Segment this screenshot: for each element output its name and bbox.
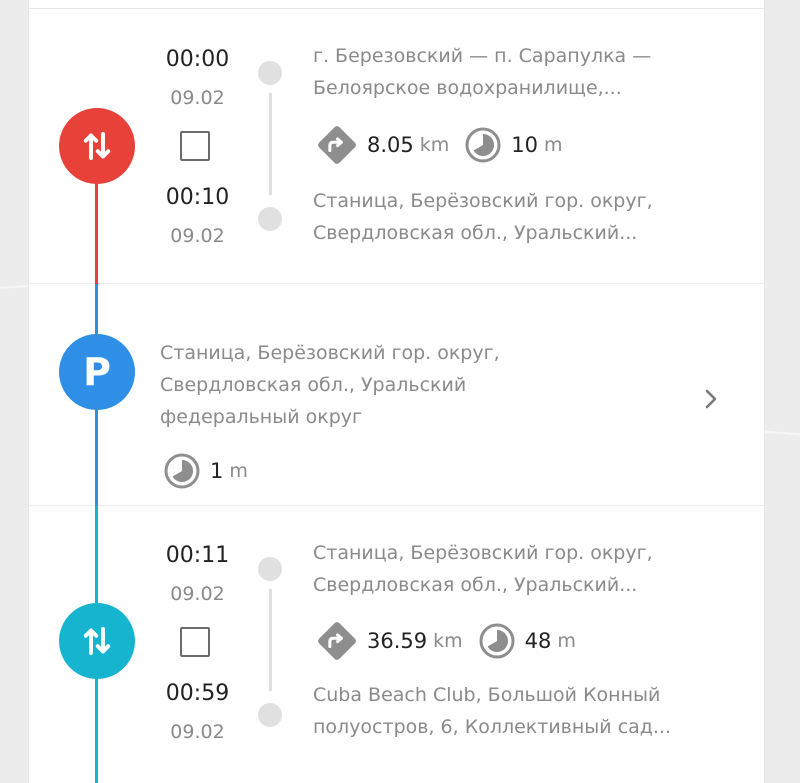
route-connector [269,93,272,195]
end-address-line: Станица, Берёзовский гор. округ, [313,190,653,212]
end-address: Станица, Берёзовский гор. округ, Свердло… [313,185,738,249]
expand-button[interactable] [697,384,725,414]
turn-right-diamond-icon [315,123,359,167]
end-time: 00:59 [165,681,230,706]
start-address-line: Белоярское водохранилище,... [313,77,622,99]
duration-unit: m [544,134,563,156]
duration-unit: m [229,460,248,482]
panel-top-edge [29,0,764,9]
end-point-dot [258,703,282,727]
start-time: 00:00 [165,47,230,72]
swap-vertical-arrows-icon [79,623,115,659]
trip-metrics: 8.05 km 10 m [315,125,577,165]
turn-right-diamond-icon [315,619,359,663]
swap-vertical-arrows-icon [79,128,115,164]
parking-address-line: федеральный округ [160,406,363,428]
parking-address-line: Станица, Берёзовский гор. округ, [160,342,500,364]
end-point-dot [258,207,282,231]
end-address-line: Свердловская обл., Уральский... [313,222,638,244]
item-divider [29,283,764,284]
start-date: 09.02 [170,583,225,605]
duration-value: 48 [524,629,552,653]
distance-unit: km [419,134,450,156]
start-address: г. Березовский — п. Сарапулка — Белоярск… [313,40,738,104]
start-address: Станица, Берёзовский гор. округ, Свердло… [313,537,738,601]
clock-pie-icon [463,125,503,165]
map-background-line [762,430,800,436]
distance-value: 8.05 [367,133,414,157]
duration-metric: 10 m [463,125,563,165]
duration-value: 1 [210,459,224,483]
end-address-line: Cuba Beach Club, Большой Конный [313,684,661,706]
duration-metric: 48 m [477,621,576,661]
item-divider [29,505,764,506]
start-point-dot [258,61,282,85]
clock-pie-icon [477,621,517,661]
track-events-panel: 00:00 09.02 00:10 09.02 г. Березовский —… [28,0,765,783]
trip-badge [59,108,135,184]
end-date: 09.02 [170,225,225,247]
distance-metric: 36.59 km [315,619,463,663]
map-background-line [0,285,29,289]
trip-metrics: 36.59 km 48 m [315,621,590,661]
duration-metric: 1 m [162,451,248,491]
trip-select-checkbox[interactable] [180,627,210,657]
chevron-right-icon [703,386,719,412]
start-time: 00:11 [165,543,230,568]
trip-select-checkbox[interactable] [180,131,210,161]
parking-address-line: Свердловская обл., Уральский [160,374,467,396]
parking-badge: P [59,334,135,410]
duration-unit: m [557,630,576,652]
distance-metric: 8.05 km [315,123,449,167]
end-date: 09.02 [170,721,225,743]
start-address-line: Станица, Берёзовский гор. округ, [313,542,653,564]
distance-value: 36.59 [367,629,428,653]
start-point-dot [258,557,282,581]
distance-unit: km [433,630,463,652]
duration-value: 10 [511,133,539,157]
clock-pie-icon [162,451,202,491]
trip-badge [59,603,135,679]
timeline-segment-trip-1 [95,180,98,284]
end-address-line: полуостров, 6, Коллективный сад... [313,716,672,738]
start-address-line: г. Березовский — п. Сарапулка — [313,45,652,67]
parking-letter: P [83,350,111,394]
end-time: 00:10 [165,185,230,210]
parking-metrics: 1 m [162,451,262,491]
parking-address: Станица, Берёзовский гор. округ, Свердло… [160,337,680,433]
start-address-line: Свердловская обл., Уральский... [313,574,638,596]
route-connector [269,589,272,691]
end-address: Cuba Beach Club, Большой Конный полуостр… [313,679,738,743]
start-date: 09.02 [170,87,225,109]
